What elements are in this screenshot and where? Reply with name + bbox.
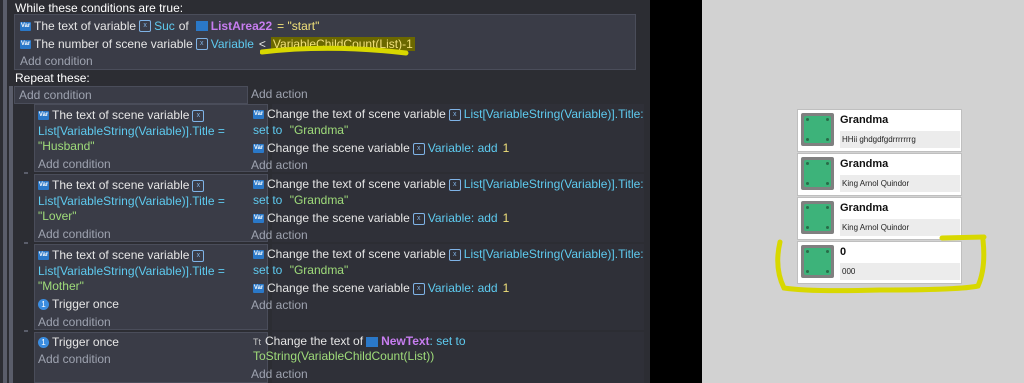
variable-icon: Var [253, 110, 264, 120]
add-action-link[interactable]: Add action [251, 158, 308, 172]
action-line[interactable]: Tt Change the text of NewText: set to [253, 334, 466, 348]
add-condition-link[interactable]: Add condition [20, 54, 93, 68]
variable-scope-icon: x [412, 282, 425, 295]
variable-scope-icon: x [448, 108, 461, 121]
card-subtitle: King Arnol Quindor [840, 175, 960, 192]
while-title: While these conditions are true: [15, 1, 184, 15]
variable-scope-icon: x [139, 20, 152, 32]
object-icon [195, 21, 208, 31]
condition-line[interactable]: Var The text of scene variable x [38, 108, 207, 122]
variable-icon: Var [253, 214, 264, 224]
variable-icon: Var [253, 144, 264, 154]
add-action-link[interactable]: Add action [251, 298, 308, 312]
card-title: Grandma [840, 158, 889, 170]
repeat-label: Repeat these: [15, 71, 90, 85]
variable-scope-icon: x [448, 248, 461, 261]
annotation-scribble [775, 234, 987, 294]
condition-line[interactable]: Var The text of scene variable x [38, 248, 207, 262]
trigger-once-condition[interactable]: 1 Trigger once [38, 335, 119, 349]
action-line[interactable]: Var Change the scene variable x Variable: a… [253, 211, 509, 225]
variable-scope-icon: x [195, 38, 208, 50]
card-thumbnail [801, 113, 834, 146]
variable-icon: Var [253, 284, 264, 294]
condition-line[interactable]: Var The text of scene variable x [38, 178, 207, 192]
action-line[interactable]: Var Change the scene variable x Variable: a… [253, 281, 509, 295]
variable-icon: Var [20, 21, 31, 31]
object-icon [366, 336, 379, 347]
variable-scope-icon: x [192, 179, 205, 192]
action-line[interactable]: Var Change the text of scene variable x Lis… [253, 177, 644, 191]
card-title: Grandma [840, 202, 889, 214]
annotation-scribble [260, 45, 409, 56]
variable-icon: Var [38, 111, 49, 121]
collapse-handle[interactable] [9, 86, 13, 383]
add-condition-link[interactable]: Add condition [38, 315, 111, 329]
variable-scope-icon: x [192, 109, 205, 122]
add-condition-link[interactable]: Add condition [19, 88, 92, 102]
variable-scope-icon: x [192, 249, 205, 262]
trigger-once-icon: 1 [38, 299, 49, 311]
list-card[interactable]: Grandma King Arnol Quindor [797, 153, 962, 196]
trigger-once-icon: 1 [38, 337, 49, 349]
while-condition-1[interactable]: Var The text of variable x Suc of ListAr… [20, 19, 319, 33]
text-icon: Tt [253, 337, 261, 347]
variable-scope-icon: x [412, 142, 425, 155]
event-editor: While these conditions are true: Var The… [0, 0, 650, 383]
gap [650, 0, 702, 383]
add-condition-link[interactable]: Add condition [38, 227, 111, 241]
variable-scope-icon: x [448, 178, 461, 191]
action-line[interactable]: Var Change the text of scene variable x Lis… [253, 107, 644, 121]
add-action-link[interactable]: Add action [251, 367, 308, 381]
card-subtitle: HHii ghdgdfgdrrrrrrrg [840, 131, 960, 148]
add-condition-link[interactable]: Add condition [38, 157, 111, 171]
card-thumbnail [801, 157, 834, 190]
variable-scope-icon: x [412, 212, 425, 225]
action-line[interactable]: Var Change the text of scene variable x Lis… [253, 247, 644, 261]
variable-icon: Var [38, 181, 49, 191]
card-title: Grandma [840, 114, 889, 126]
list-card[interactable]: Grandma HHii ghdgdfgdrrrrrrrg [797, 109, 962, 152]
variable-icon: Var [38, 251, 49, 261]
trigger-once-condition[interactable]: 1 Trigger once [38, 297, 119, 311]
add-condition-link[interactable]: Add condition [38, 352, 111, 366]
action-line[interactable]: Var Change the scene variable x Variable: a… [253, 141, 509, 155]
collapse-handle[interactable] [3, 0, 7, 383]
variable-icon: Var [20, 39, 31, 49]
variable-icon: Var [253, 180, 264, 190]
variable-icon: Var [253, 250, 264, 260]
add-action-link[interactable]: Add action [251, 228, 308, 242]
add-action-link[interactable]: Add action [251, 87, 308, 101]
